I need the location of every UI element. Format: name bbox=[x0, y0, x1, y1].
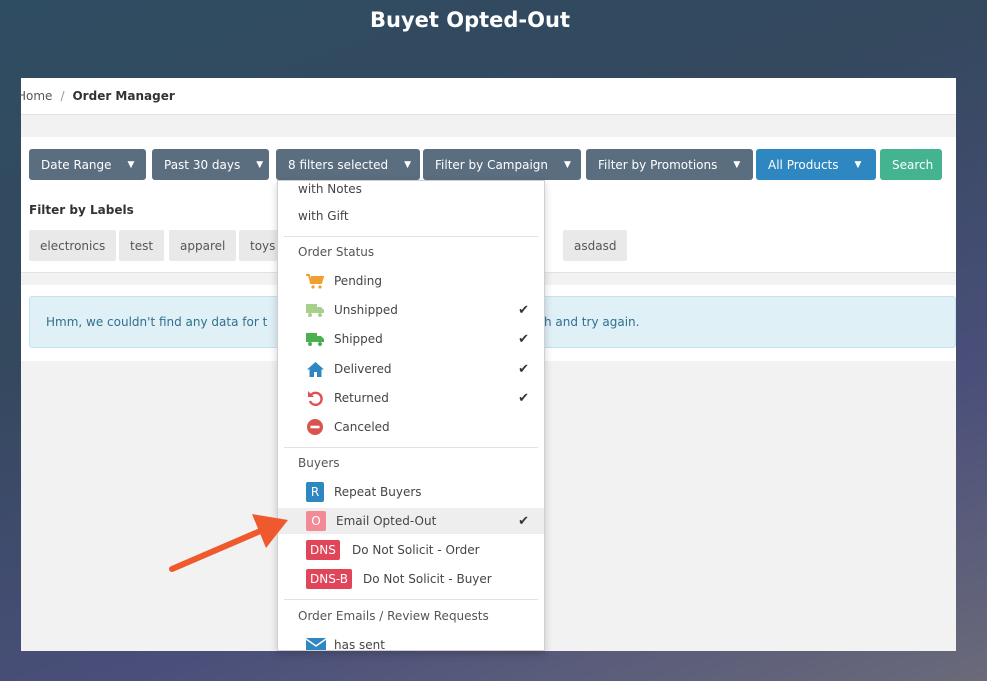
home-icon bbox=[306, 361, 324, 377]
filters-dropdown-menu: with Notes with Gift Order Status Pendin… bbox=[277, 180, 545, 651]
check-icon: ✔ bbox=[518, 390, 529, 406]
order-emails-header: Order Emails / Review Requests bbox=[298, 609, 489, 623]
truck-icon bbox=[306, 331, 324, 347]
filters-selected-button[interactable]: 8 filters selected ▼ bbox=[276, 149, 420, 180]
dns-badge: DNS bbox=[306, 540, 340, 560]
caret-down-icon: ▼ bbox=[854, 159, 862, 170]
filters-selected-label: 8 filters selected bbox=[288, 157, 389, 172]
menu-item-label: Pending bbox=[334, 274, 382, 288]
all-products-label: All Products bbox=[768, 157, 839, 172]
period-label: Past 30 days bbox=[164, 157, 241, 172]
breadcrumb-home[interactable]: Home bbox=[21, 89, 52, 103]
menu-item-label: Email Opted-Out bbox=[336, 514, 437, 528]
menu-item-label: with Notes bbox=[298, 182, 362, 196]
caret-down-icon: ▼ bbox=[256, 159, 264, 170]
dns-b-badge: DNS-B bbox=[306, 569, 352, 589]
cart-icon bbox=[306, 273, 324, 289]
check-icon: ✔ bbox=[518, 331, 529, 347]
promotions-filter-button[interactable]: Filter by Promotions ▼ bbox=[586, 149, 753, 180]
menu-item-returned[interactable]: Returned ✔ bbox=[278, 385, 544, 411]
menu-item-email-opted-out[interactable]: O Email Opted-Out ✔ bbox=[278, 508, 544, 534]
label-tag[interactable]: asdasd bbox=[563, 230, 628, 261]
caret-down-icon: ▼ bbox=[564, 159, 571, 170]
menu-item-label: Returned bbox=[334, 391, 389, 405]
date-range-label: Date Range bbox=[41, 157, 112, 172]
menu-item-label: has sent bbox=[334, 638, 385, 651]
divider bbox=[284, 236, 538, 237]
menu-item-label: Shipped bbox=[334, 332, 383, 346]
search-button[interactable]: Search bbox=[880, 149, 942, 180]
divider bbox=[284, 447, 538, 448]
check-icon: ✔ bbox=[518, 361, 529, 377]
minus-circle-icon bbox=[306, 419, 324, 435]
alert-text: Hmm, we couldn't find any data for t bbox=[46, 315, 268, 329]
label-tag[interactable]: apparel bbox=[169, 230, 237, 261]
menu-item-label: Do Not Solicit - Buyer bbox=[363, 572, 492, 586]
label-tag[interactable]: electronics bbox=[29, 230, 117, 261]
menu-item-label: Canceled bbox=[334, 420, 390, 434]
buyers-header: Buyers bbox=[298, 456, 340, 470]
page-title: Buyet Opted-Out bbox=[370, 8, 570, 32]
check-icon: ✔ bbox=[518, 513, 529, 529]
menu-item-pending[interactable]: Pending bbox=[278, 268, 544, 294]
menu-item-label: Do Not Solicit - Order bbox=[352, 543, 480, 557]
menu-item-dns-buyer[interactable]: DNS-B Do Not Solicit - Buyer bbox=[278, 566, 544, 592]
divider bbox=[284, 599, 538, 600]
pointer-arrow-icon bbox=[169, 514, 288, 572]
envelope-icon bbox=[306, 637, 326, 650]
campaign-filter-button[interactable]: Filter by Campaign ▼ bbox=[423, 149, 581, 180]
promotions-filter-label: Filter by Promotions bbox=[598, 157, 718, 172]
optout-badge: O bbox=[306, 511, 326, 531]
all-products-button[interactable]: All Products ▼ bbox=[756, 149, 876, 180]
alert-text-tail: h and try again. bbox=[544, 315, 640, 329]
breadcrumb: Home / Order Manager bbox=[21, 78, 956, 115]
menu-item-with-notes[interactable]: with Notes bbox=[278, 181, 544, 202]
menu-item-label: Repeat Buyers bbox=[334, 485, 422, 499]
menu-item-label: with Gift bbox=[298, 209, 349, 223]
labels-title: Filter by Labels bbox=[29, 203, 134, 217]
menu-item-canceled[interactable]: Canceled bbox=[278, 414, 544, 440]
breadcrumb-current: Order Manager bbox=[72, 89, 175, 103]
menu-item-delivered[interactable]: Delivered ✔ bbox=[278, 356, 544, 382]
breadcrumb-separator: / bbox=[60, 89, 65, 103]
period-button[interactable]: Past 30 days ▼ bbox=[152, 149, 269, 180]
check-icon: ✔ bbox=[518, 302, 529, 318]
label-tag[interactable]: test bbox=[119, 230, 165, 261]
menu-item-shipped[interactable]: Shipped ✔ bbox=[278, 326, 544, 352]
caret-down-icon: ▼ bbox=[733, 159, 741, 170]
repeat-badge: R bbox=[306, 482, 324, 502]
date-range-button[interactable]: Date Range ▼ bbox=[29, 149, 146, 180]
menu-item-has-sent[interactable]: has sent bbox=[278, 632, 544, 651]
menu-item-dns-order[interactable]: DNS Do Not Solicit - Order bbox=[278, 537, 544, 563]
menu-item-with-gift[interactable]: with Gift bbox=[278, 203, 544, 229]
menu-item-unshipped[interactable]: Unshipped ✔ bbox=[278, 297, 544, 323]
undo-icon bbox=[306, 390, 324, 406]
order-status-header: Order Status bbox=[298, 245, 375, 259]
menu-item-label: Unshipped bbox=[334, 303, 398, 317]
campaign-filter-label: Filter by Campaign bbox=[435, 157, 549, 172]
menu-item-label: Delivered bbox=[334, 362, 392, 376]
caret-down-icon: ▼ bbox=[404, 159, 412, 170]
menu-item-repeat-buyers[interactable]: R Repeat Buyers bbox=[278, 479, 544, 505]
caret-down-icon: ▼ bbox=[127, 159, 135, 170]
truck-icon bbox=[306, 302, 324, 318]
